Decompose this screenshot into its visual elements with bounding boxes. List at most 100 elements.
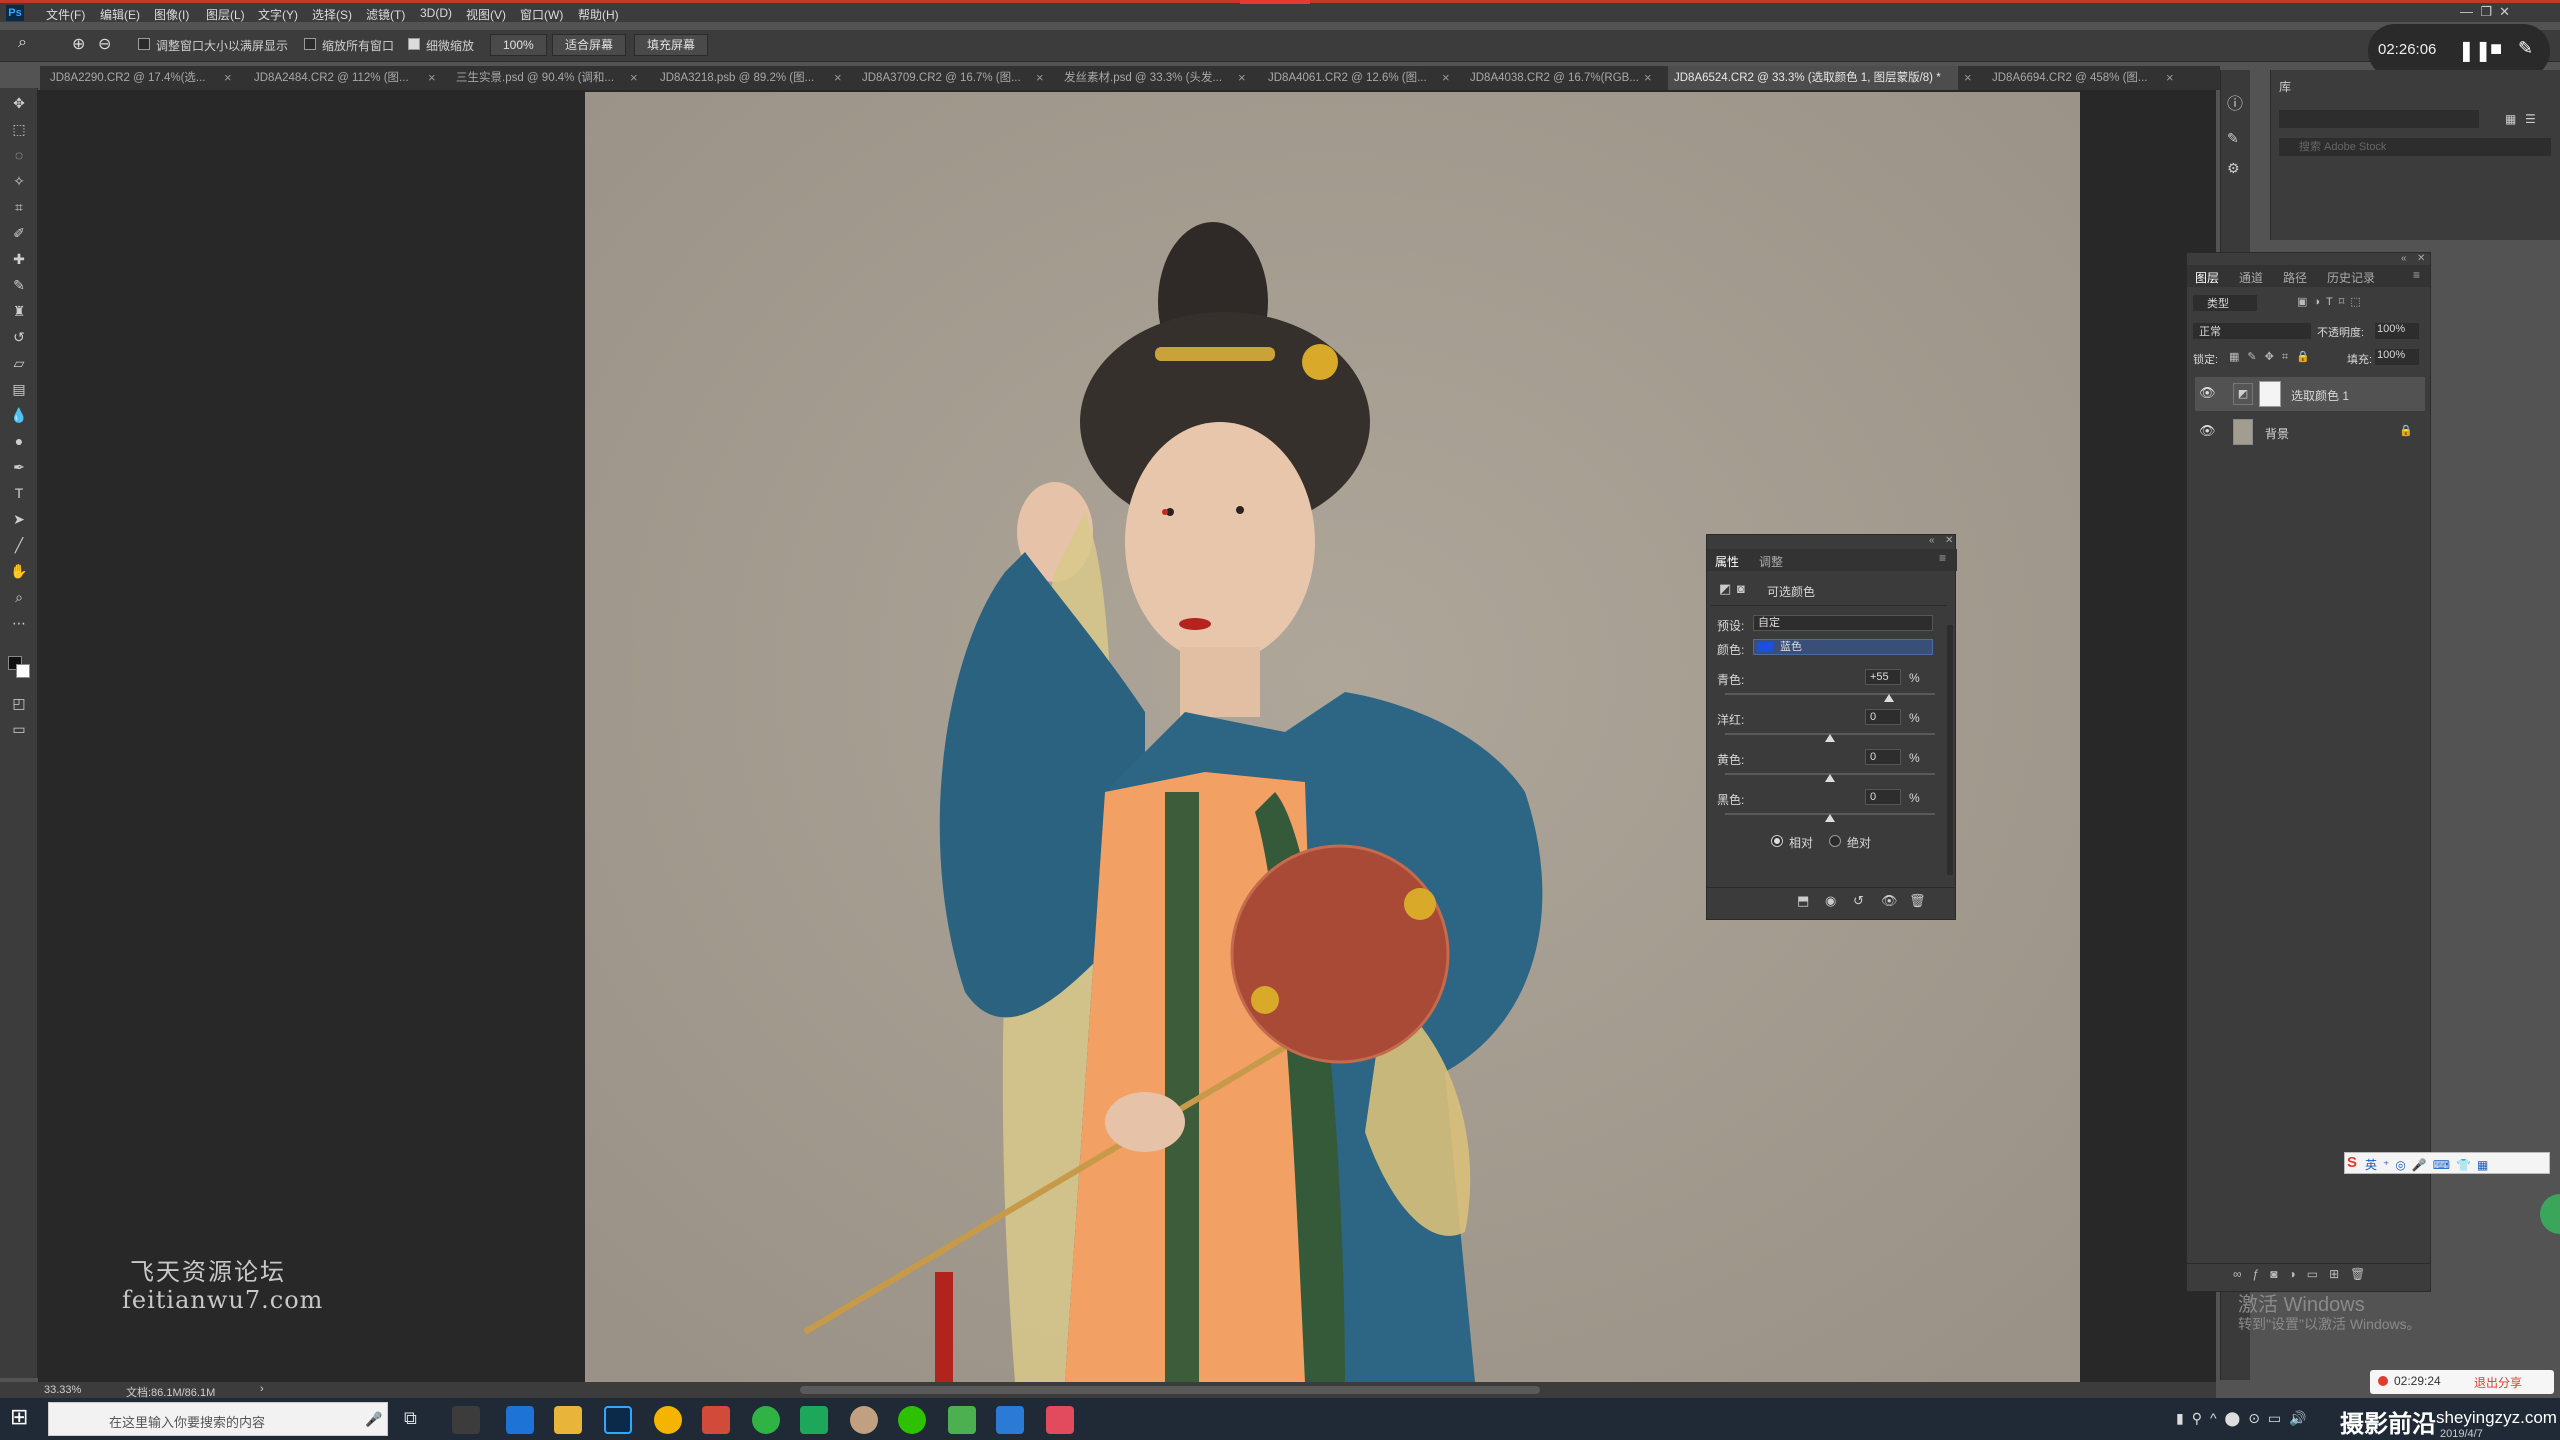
fit-screen-button[interactable]: 适合屏幕: [552, 34, 627, 56]
tab-adjustments[interactable]: 调整: [1759, 553, 1783, 570]
zoom-tool-icon[interactable]: ⌕: [18, 34, 27, 52]
relative-radio[interactable]: [1771, 835, 1783, 847]
library-select[interactable]: [2279, 110, 2479, 128]
grid-view-icon[interactable]: ▦: [2505, 112, 2516, 126]
menu-select[interactable]: 选择(S): [312, 6, 352, 23]
doc-tab[interactable]: 三生实景.psd @ 90.4% (调和...: [456, 66, 626, 90]
line-tool-icon[interactable]: ╱: [8, 536, 30, 554]
blend-mode-select[interactable]: 正常: [2193, 323, 2311, 339]
menu-view[interactable]: 视图(V): [466, 6, 506, 23]
colors-select[interactable]: 蓝色: [1753, 639, 1933, 655]
close-icon[interactable]: ✕: [1945, 535, 1953, 546]
doc-tab[interactable]: JD8A6694.CR2 @ 458% (图...: [1992, 66, 2162, 90]
clip-to-layer-icon[interactable]: ⬒: [1797, 893, 1809, 909]
window-controls[interactable]: — ❐ ✕: [2460, 4, 2510, 20]
close-icon[interactable]: ×: [1238, 66, 1246, 90]
lasso-tool-icon[interactable]: ◌: [8, 146, 30, 164]
fill-screen-button[interactable]: 填充屏幕: [634, 34, 709, 56]
fill-field[interactable]: 100%: [2375, 349, 2419, 365]
tab-properties[interactable]: 属性: [1715, 553, 1739, 570]
magenta-value-field[interactable]: 0: [1865, 709, 1901, 725]
wechat-icon[interactable]: [898, 1406, 926, 1434]
layer-action-icons[interactable]: ∞ƒ◙◑▭⊞🗑: [2233, 1267, 2376, 1281]
menu-layer[interactable]: 图层(L): [206, 6, 245, 23]
taskbar-search-input[interactable]: 在这里输入你要搜索的内容: [109, 1412, 265, 1431]
clone-stamp-icon[interactable]: ♜: [8, 302, 30, 320]
menu-help[interactable]: 帮助(H): [578, 6, 619, 23]
move-tool-icon[interactable]: ✥: [8, 94, 30, 112]
horizontal-scrollbar[interactable]: [800, 1386, 1540, 1394]
scrollbar[interactable]: [1947, 625, 1953, 875]
exit-share-button[interactable]: 退出分享: [2474, 1374, 2522, 1391]
marquee-tool-icon[interactable]: ⬚: [8, 120, 30, 138]
zoom-level[interactable]: 33.33%: [44, 1384, 81, 1396]
hand-tool-icon[interactable]: ✋: [8, 562, 30, 580]
zoom-all-checkbox[interactable]: [304, 38, 316, 50]
visibility-icon[interactable]: 👁: [1881, 893, 1898, 909]
sogou-icon[interactable]: S: [2347, 1154, 2357, 1171]
close-icon[interactable]: ×: [1964, 66, 1972, 90]
menu-type[interactable]: 文字(Y): [258, 6, 298, 23]
cyan-slider-thumb[interactable]: [1883, 694, 1894, 702]
panel-menu-icon[interactable]: ≡: [1939, 551, 1946, 565]
info-icon[interactable]: ⓘ: [2227, 90, 2243, 114]
taskbar-app-icon[interactable]: [702, 1406, 730, 1434]
eye-icon[interactable]: 👁: [2199, 423, 2216, 439]
doc-tab[interactable]: JD8A4038.CR2 @ 16.7%(RGB...: [1470, 66, 1640, 90]
taskbar-search[interactable]: 在这里输入你要搜索的内容 🎤: [48, 1402, 388, 1436]
taskbar-app-icon[interactable]: [996, 1406, 1024, 1434]
reset-icon[interactable]: ↺: [1853, 893, 1864, 909]
menu-window[interactable]: 窗口(W): [520, 6, 563, 23]
lock-icons[interactable]: ▦✎✥⌗🔒: [2229, 350, 2318, 364]
pen-tool-icon[interactable]: ✒: [8, 458, 30, 476]
tab-paths[interactable]: 路径: [2283, 269, 2307, 286]
close-icon[interactable]: ×: [1442, 66, 1450, 90]
eye-icon[interactable]: 👁: [2199, 385, 2216, 401]
yellow-slider-thumb[interactable]: [1825, 774, 1835, 782]
close-icon[interactable]: ×: [1644, 66, 1652, 90]
doc-tab[interactable]: 发丝素材.psd @ 33.3% (头发...: [1064, 66, 1234, 90]
zoom-out-icon[interactable]: ⊖: [98, 34, 111, 54]
scrubby-zoom-checkbox[interactable]: [408, 38, 420, 50]
eraser-icon[interactable]: ▱: [8, 354, 30, 372]
file-explorer-icon[interactable]: [554, 1406, 582, 1434]
libraries-tab-icon[interactable]: 库: [2279, 78, 2291, 95]
cyan-slider[interactable]: [1725, 693, 1935, 695]
brush-settings-icon[interactable]: ✎: [2227, 130, 2239, 147]
chrome-icon[interactable]: [654, 1406, 682, 1434]
blur-tool-icon[interactable]: 💧: [8, 406, 30, 424]
yellow-value-field[interactable]: 0: [1865, 749, 1901, 765]
close-icon[interactable]: ×: [428, 66, 436, 90]
zoom-tool-icon[interactable]: ⌕: [8, 588, 30, 606]
layer-name[interactable]: 选取颜色 1: [2291, 387, 2349, 404]
view-previous-icon[interactable]: ◉: [1825, 893, 1836, 909]
doc-tab[interactable]: JD8A2290.CR2 @ 17.4%(选...: [50, 66, 220, 90]
side-widget[interactable]: [2540, 1194, 2560, 1234]
layer-row-background[interactable]: 👁 背景 🔒: [2195, 415, 2425, 449]
absolute-radio[interactable]: [1829, 835, 1841, 847]
menu-filter[interactable]: 滤镜(T): [366, 6, 405, 23]
list-view-icon[interactable]: ☰: [2525, 112, 2536, 126]
menu-3d[interactable]: 3D(D): [420, 6, 452, 20]
taskbar-app-icon[interactable]: [752, 1406, 780, 1434]
task-view-icon[interactable]: ⧉: [404, 1408, 417, 1429]
zoom-100-button[interactable]: 100%: [490, 34, 547, 56]
close-icon[interactable]: ×: [834, 66, 842, 90]
preset-select[interactable]: 自定: [1753, 615, 1933, 631]
tab-layers[interactable]: 图层: [2195, 269, 2219, 286]
background-color-swatch[interactable]: [16, 664, 30, 678]
close-icon[interactable]: ×: [630, 66, 638, 90]
opacity-field[interactable]: 100%: [2375, 323, 2419, 339]
resize-windows-checkbox[interactable]: [138, 38, 150, 50]
close-icon[interactable]: ✕: [2417, 253, 2425, 264]
layer-mask-thumbnail[interactable]: [2259, 381, 2281, 407]
gradient-icon[interactable]: ▤: [8, 380, 30, 398]
photoshop-icon[interactable]: [604, 1406, 632, 1434]
status-arrow-icon[interactable]: ›: [260, 1383, 264, 1395]
collapse-icon[interactable]: «: [2401, 253, 2407, 264]
type-tool-icon[interactable]: T: [8, 484, 30, 502]
system-tray-icons[interactable]: ▮⚲^⬤⊙▭🔊: [2176, 1410, 2315, 1427]
windows-start-icon[interactable]: ⊞: [10, 1404, 28, 1430]
layer-name[interactable]: 背景: [2265, 425, 2289, 442]
close-icon[interactable]: ×: [1036, 66, 1044, 90]
